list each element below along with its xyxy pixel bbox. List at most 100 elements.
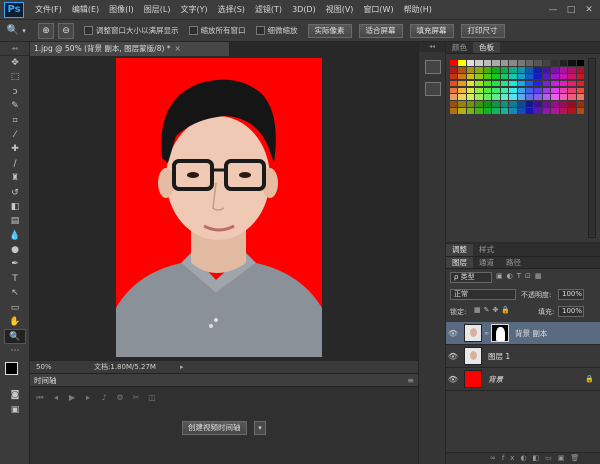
go-first-frame-icon[interactable]: ⏮ — [34, 393, 46, 403]
more-tools-icon[interactable]: ⋯ — [0, 344, 30, 358]
transition-icon[interactable]: ◫ — [146, 393, 158, 403]
fill-screen-button[interactable]: 填充屏幕 — [409, 23, 454, 38]
color-swatch[interactable] — [542, 73, 551, 80]
visibility-eye-icon[interactable]: 👁 — [446, 375, 460, 384]
color-swatch[interactable] — [517, 66, 525, 73]
color-swatch[interactable] — [509, 94, 517, 101]
color-swatch[interactable] — [466, 73, 475, 80]
color-swatch[interactable] — [483, 66, 492, 73]
menu-select[interactable]: 选择(S) — [213, 4, 250, 15]
color-swatch[interactable] — [458, 73, 466, 80]
color-swatch[interactable] — [525, 101, 534, 107]
color-swatch[interactable] — [568, 73, 576, 80]
color-swatch[interactable] — [509, 60, 517, 66]
color-swatch[interactable] — [458, 60, 466, 66]
healing-brush-tool-icon[interactable]: ✚ — [0, 142, 30, 156]
color-swatch[interactable] — [458, 101, 466, 107]
color-swatch[interactable] — [559, 101, 568, 107]
color-swatch[interactable] — [559, 66, 568, 73]
color-swatch[interactable] — [492, 60, 500, 66]
color-swatch[interactable] — [534, 60, 542, 66]
menu-image[interactable]: 图像(I) — [104, 4, 139, 15]
color-swatch[interactable] — [576, 66, 584, 73]
tab-paths[interactable]: 路径 — [500, 257, 527, 268]
color-swatch[interactable] — [475, 60, 483, 66]
expand-panels-icon[interactable]: ◂◂ — [419, 42, 445, 52]
color-swatch[interactable] — [576, 80, 584, 87]
color-swatch[interactable] — [450, 87, 458, 94]
document-tab[interactable]: 1.jpg @ 50% (背景 副本, 图层蒙版/8) * × — [30, 42, 230, 56]
color-swatch[interactable] — [509, 80, 517, 87]
color-swatch[interactable] — [576, 94, 584, 101]
color-swatch[interactable] — [551, 94, 559, 101]
color-swatch[interactable] — [483, 73, 492, 80]
move-tool-icon[interactable]: ✥ — [0, 56, 30, 70]
color-swatch[interactable] — [568, 60, 576, 66]
stamp-tool-icon[interactable]: ♜ — [0, 171, 30, 185]
color-swatch[interactable] — [466, 101, 475, 107]
panel-menu-icon[interactable]: ≡ — [407, 374, 414, 387]
color-swatch[interactable] — [525, 73, 534, 80]
color-swatch[interactable] — [450, 73, 458, 80]
color-swatch[interactable] — [492, 87, 500, 94]
color-swatch[interactable] — [458, 66, 466, 73]
audio-icon[interactable]: ♪ — [98, 393, 110, 403]
color-swatch[interactable] — [517, 101, 525, 107]
fit-screen-button[interactable]: 适合屏幕 — [358, 23, 403, 38]
color-swatch[interactable] — [492, 94, 500, 101]
print-size-button[interactable]: 打印尺寸 — [460, 23, 505, 38]
color-swatch[interactable] — [466, 66, 475, 73]
color-swatch[interactable] — [534, 108, 542, 114]
color-swatch[interactable] — [475, 87, 483, 94]
color-swatch[interactable] — [492, 101, 500, 107]
color-swatch[interactable] — [534, 80, 542, 87]
lock-icons[interactable]: ▦✎✥🔒 — [474, 306, 513, 314]
play-icon[interactable]: ▶ — [66, 393, 78, 403]
color-swatch[interactable] — [500, 60, 509, 66]
blur-tool-icon[interactable]: 💧 — [0, 229, 30, 243]
layer-row-background-copy[interactable]: 👁 ∞ 背景 副本 — [446, 322, 600, 345]
lasso-tool-icon[interactable]: ↄ — [0, 85, 30, 99]
color-swatch[interactable] — [576, 108, 584, 114]
color-swatch[interactable] — [576, 87, 584, 94]
color-swatch[interactable] — [551, 87, 559, 94]
actions-panel-icon[interactable] — [425, 82, 441, 96]
visibility-eye-icon[interactable]: 👁 — [446, 352, 460, 361]
menu-help[interactable]: 帮助(H) — [399, 4, 437, 15]
close-tab-icon[interactable]: × — [175, 44, 181, 53]
color-swatch[interactable] — [500, 73, 509, 80]
color-swatch[interactable] — [458, 108, 466, 114]
tab-swatches[interactable]: 色板 — [473, 42, 500, 53]
color-swatch[interactable] — [525, 60, 534, 66]
quick-select-tool-icon[interactable]: ✎ — [0, 99, 30, 113]
tab-layers[interactable]: 图层 — [446, 257, 473, 268]
color-swatch[interactable] — [542, 94, 551, 101]
color-swatch[interactable] — [450, 108, 458, 114]
minimize-button[interactable]: — — [546, 4, 560, 16]
color-swatch[interactable] — [492, 73, 500, 80]
color-swatch[interactable] — [559, 73, 568, 80]
color-swatch[interactable] — [559, 87, 568, 94]
visibility-eye-icon[interactable]: 👁 — [446, 329, 460, 338]
color-swatch[interactable] — [525, 80, 534, 87]
eyedropper-tool-icon[interactable]: ⁄ — [0, 128, 30, 142]
zoom-in-icon[interactable]: ⊕ — [38, 22, 54, 39]
color-swatch[interactable] — [466, 87, 475, 94]
color-swatch[interactable] — [576, 60, 584, 66]
color-swatch[interactable] — [466, 80, 475, 87]
color-swatch[interactable] — [475, 80, 483, 87]
tab-channels[interactable]: 通道 — [473, 257, 500, 268]
menu-3d[interactable]: 3D(D) — [287, 5, 321, 14]
color-swatch[interactable] — [450, 60, 458, 66]
color-swatch[interactable] — [534, 73, 542, 80]
color-swatch[interactable] — [509, 101, 517, 107]
tab-color[interactable]: 颜色 — [446, 42, 473, 53]
color-swatch[interactable] — [542, 87, 551, 94]
color-swatch[interactable] — [500, 66, 509, 73]
quick-mask-icon[interactable]: ◙ — [0, 388, 30, 402]
layer-name[interactable]: 背景 副本 — [515, 328, 547, 339]
history-brush-tool-icon[interactable]: ↺ — [0, 186, 30, 200]
color-swatch[interactable] — [475, 73, 483, 80]
color-swatch[interactable] — [466, 60, 475, 66]
zoom-level[interactable]: 50% — [36, 361, 52, 373]
